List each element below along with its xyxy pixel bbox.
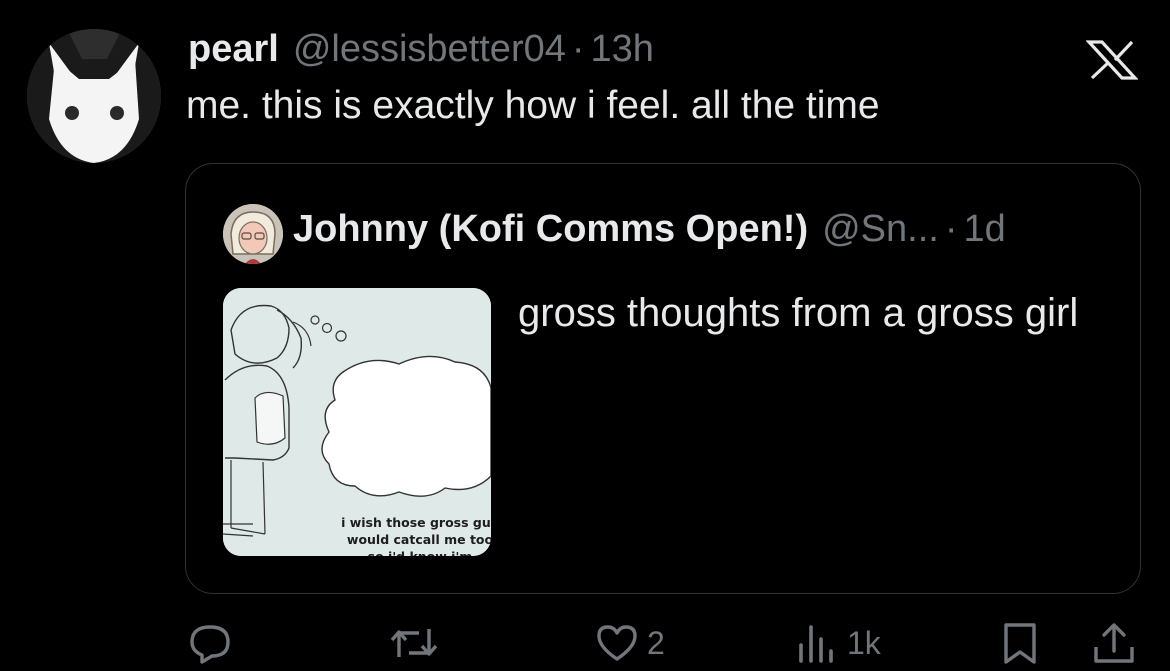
views-button[interactable]: 1k — [795, 621, 881, 665]
drawn-portrait-icon — [223, 204, 283, 264]
share-icon — [1094, 623, 1134, 663]
reply-icon — [190, 625, 230, 664]
quoted-author-avatar[interactable] — [223, 204, 283, 264]
views-icon — [799, 625, 833, 663]
quoted-author-name[interactable]: Johnny (Kofi Comms Open!) — [293, 208, 808, 251]
cat-avatar-icon — [27, 29, 161, 163]
author-avatar[interactable] — [27, 29, 161, 163]
quoted-tweet-card[interactable]: Johnny (Kofi Comms Open!) @Sn... · 1d i … — [185, 163, 1141, 594]
separator-dot: · — [944, 208, 958, 250]
like-count: 2 — [647, 624, 665, 661]
tweet-header: pearl @lessisbetter04 · 13h — [188, 28, 654, 74]
separator-dot: · — [571, 28, 585, 70]
bookmark-icon — [1004, 623, 1036, 664]
comic-thought-text: i wish those gross guy would catcall me … — [341, 515, 491, 556]
quoted-tweet-header: Johnny (Kofi Comms Open!) @Sn... · 1d — [293, 208, 1006, 251]
tweet-text: me. this is exactly how i feel. all the … — [186, 84, 880, 127]
quoted-author-handle[interactable]: @Sn... — [822, 208, 939, 251]
like-button[interactable]: 2 — [595, 621, 665, 665]
quoted-tweet-time[interactable]: 1d — [964, 208, 1006, 251]
retweet-button[interactable] — [389, 621, 439, 665]
views-count: 1k — [847, 624, 881, 661]
retweet-icon — [390, 629, 438, 657]
reply-button[interactable] — [188, 621, 232, 665]
author-name[interactable]: pearl — [188, 28, 279, 71]
x-logo-icon[interactable] — [1085, 40, 1139, 80]
tweet-time[interactable]: 13h — [591, 28, 654, 71]
tweet-action-bar: 2 1k — [0, 615, 1170, 671]
heart-icon — [597, 625, 637, 661]
quoted-tweet-image[interactable]: i wish those gross guy would catcall me … — [223, 288, 491, 556]
author-handle[interactable]: @lessisbetter04 — [293, 28, 566, 71]
bookmark-button[interactable] — [998, 621, 1042, 665]
quoted-tweet-text: gross thoughts from a gross girl — [518, 291, 1079, 335]
share-button[interactable] — [1092, 621, 1136, 665]
